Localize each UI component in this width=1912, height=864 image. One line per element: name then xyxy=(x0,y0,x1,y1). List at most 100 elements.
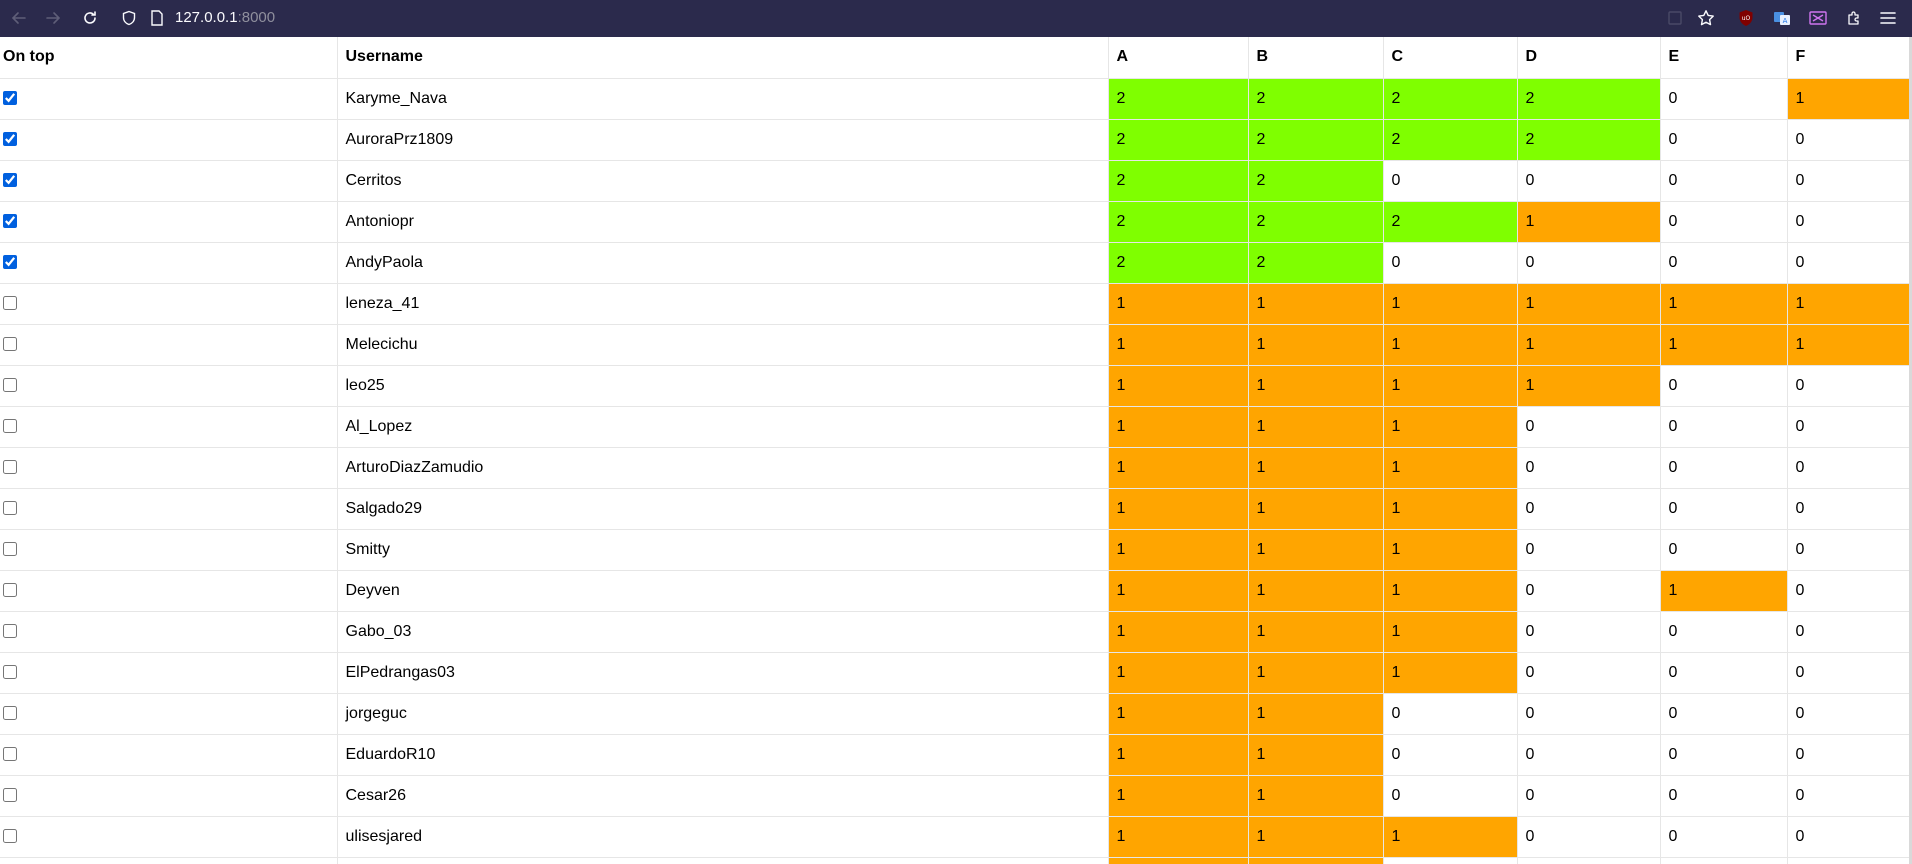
on-top-checkbox[interactable] xyxy=(3,542,17,557)
on-top-checkbox[interactable] xyxy=(3,583,17,598)
score-cell-c: 0 xyxy=(1383,693,1518,735)
table-row: AndyPaola 2 2 0 0 0 0 xyxy=(0,242,1911,284)
on-top-checkbox[interactable] xyxy=(3,132,17,147)
on-top-cell xyxy=(0,119,338,161)
score-cell-d: 0 xyxy=(1517,775,1661,817)
username-cell: Karyme_Nava xyxy=(337,78,1109,120)
on-top-checkbox[interactable] xyxy=(3,501,17,516)
score-cell-e: 0 xyxy=(1660,242,1788,284)
score-cell-a: 2 xyxy=(1108,119,1249,161)
score-cell-a: 2 xyxy=(1108,242,1249,284)
tracking-protection-button[interactable] xyxy=(118,7,140,29)
score-cell-f: 0 xyxy=(1787,119,1911,161)
header-b[interactable]: B xyxy=(1248,37,1384,79)
on-top-checkbox[interactable] xyxy=(3,624,17,639)
forward-button[interactable] xyxy=(42,7,64,29)
score-cell-c: 1 xyxy=(1383,324,1518,366)
score-cell-b: 1 xyxy=(1248,324,1384,366)
ublock-shield-icon: uO xyxy=(1739,10,1753,26)
score-cell-f: 0 xyxy=(1787,447,1911,489)
ublock-button[interactable]: uO xyxy=(1735,7,1757,29)
score-cell-c: 2 xyxy=(1383,78,1518,120)
translate-button[interactable]: A xyxy=(1771,7,1793,29)
username-cell: ulisesjared xyxy=(337,816,1109,858)
score-cell-e: 0 xyxy=(1660,693,1788,735)
score-cell-f: 0 xyxy=(1787,529,1911,571)
score-cell-b: 2 xyxy=(1248,119,1384,161)
score-cell-f: 0 xyxy=(1787,488,1911,530)
header-d[interactable]: D xyxy=(1517,37,1661,79)
score-cell-d: 1 xyxy=(1517,201,1661,243)
score-cell-f: 0 xyxy=(1787,160,1911,202)
reader-view-button[interactable] xyxy=(1664,7,1686,29)
score-cell-c: 0 xyxy=(1383,242,1518,284)
score-cell-f: 0 xyxy=(1787,693,1911,735)
score-cell-f: 0 xyxy=(1787,775,1911,817)
on-top-checkbox[interactable] xyxy=(3,378,17,393)
score-cell-c: 0 xyxy=(1383,734,1518,776)
menu-button[interactable] xyxy=(1877,7,1899,29)
score-cell-a: 1 xyxy=(1108,816,1249,858)
score-cell-b: 1 xyxy=(1248,652,1384,694)
dev-tools-extension-button[interactable] xyxy=(1807,7,1829,29)
on-top-checkbox[interactable] xyxy=(3,665,17,680)
on-top-checkbox[interactable] xyxy=(3,460,17,475)
header-f[interactable]: F xyxy=(1787,37,1911,79)
scoreboard-table-container[interactable]: On top Username A B C D E F Karyme_Nava 2… xyxy=(0,37,1912,864)
score-cell-c: 2 xyxy=(1383,201,1518,243)
on-top-checkbox[interactable] xyxy=(3,747,17,762)
score-cell-a: 1 xyxy=(1108,529,1249,571)
on-top-checkbox[interactable] xyxy=(3,706,17,721)
username-cell: Al_Lopez xyxy=(337,406,1109,448)
score-cell-e: 0 xyxy=(1660,406,1788,448)
header-username[interactable]: Username xyxy=(337,37,1109,79)
score-cell-b: 1 xyxy=(1248,857,1384,864)
url-bar[interactable]: 127.0.0.1:8000 xyxy=(175,9,275,26)
score-cell-b: 1 xyxy=(1248,611,1384,653)
score-cell-d: 0 xyxy=(1517,816,1661,858)
score-cell-e: 0 xyxy=(1660,78,1788,120)
on-top-checkbox[interactable] xyxy=(3,337,17,352)
on-top-cell xyxy=(0,652,338,694)
on-top-cell xyxy=(0,447,338,489)
score-cell-c: 1 xyxy=(1383,652,1518,694)
bookmark-button[interactable] xyxy=(1695,7,1717,29)
score-cell-d: 2 xyxy=(1517,78,1661,120)
username-cell: Deyven xyxy=(337,570,1109,612)
on-top-checkbox[interactable] xyxy=(3,255,17,270)
score-cell-f: 0 xyxy=(1787,570,1911,612)
score-cell-f: 0 xyxy=(1787,365,1911,407)
on-top-cell xyxy=(0,78,338,120)
back-button[interactable] xyxy=(8,7,30,29)
on-top-checkbox[interactable] xyxy=(3,788,17,803)
on-top-checkbox[interactable] xyxy=(3,419,17,434)
on-top-checkbox[interactable] xyxy=(3,296,17,311)
extensions-button[interactable] xyxy=(1843,7,1865,29)
score-cell-d: 0 xyxy=(1517,160,1661,202)
username-cell: jorgeguc xyxy=(337,693,1109,735)
on-top-checkbox[interactable] xyxy=(3,214,17,229)
on-top-cell xyxy=(0,201,338,243)
score-cell-b: 1 xyxy=(1248,734,1384,776)
on-top-cell xyxy=(0,734,338,776)
username-cell: Gabo_03 xyxy=(337,611,1109,653)
scoreboard-table: On top Username A B C D E F Karyme_Nava 2… xyxy=(0,37,1911,864)
header-on-top[interactable]: On top xyxy=(0,37,338,79)
score-cell-d: 0 xyxy=(1517,529,1661,571)
site-info-button[interactable] xyxy=(146,7,168,29)
table-row: ulisesjared 1 1 1 0 0 0 xyxy=(0,816,1911,858)
on-top-checkbox[interactable] xyxy=(3,91,17,106)
score-cell-d xyxy=(1517,857,1661,864)
header-e[interactable]: E xyxy=(1660,37,1788,79)
table-row: Salgado29 1 1 1 0 0 0 xyxy=(0,488,1911,530)
header-c[interactable]: C xyxy=(1383,37,1518,79)
reload-button[interactable] xyxy=(79,7,101,29)
on-top-cell xyxy=(0,242,338,284)
score-cell-a: 1 xyxy=(1108,775,1249,817)
reload-icon xyxy=(84,11,96,24)
on-top-checkbox[interactable] xyxy=(3,829,17,844)
header-a[interactable]: A xyxy=(1108,37,1249,79)
on-top-checkbox[interactable] xyxy=(3,173,17,188)
score-cell-c: 1 xyxy=(1383,529,1518,571)
score-cell-e: 0 xyxy=(1660,734,1788,776)
